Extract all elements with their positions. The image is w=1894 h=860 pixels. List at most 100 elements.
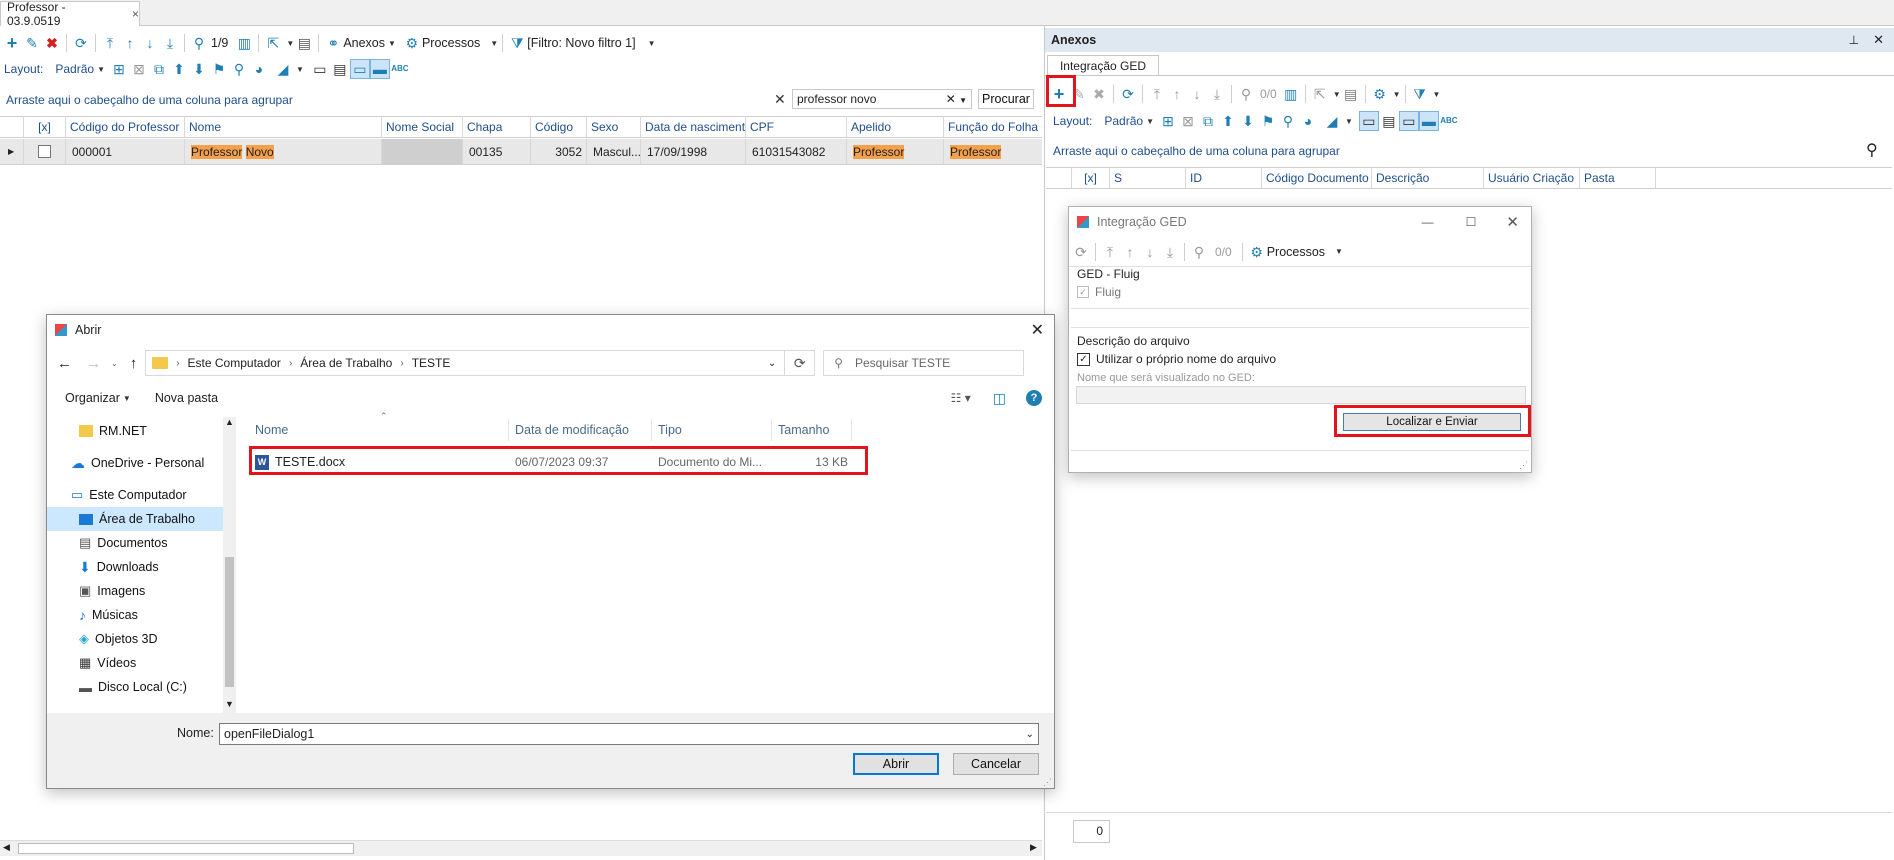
col-header[interactable]: [x]	[1072, 167, 1110, 189]
last-icon[interactable]: ⤓	[1160, 242, 1180, 262]
col-header[interactable]: Função do Folha de	[944, 116, 1042, 138]
sidebar-item-objetos-3d[interactable]: ◈ Objetos 3D	[47, 627, 236, 651]
panel-icon[interactable]: ▭	[1358, 111, 1379, 131]
col-tipo[interactable]: Tipo	[652, 419, 772, 441]
col-header[interactable]: Nome Social	[382, 116, 463, 138]
col-header[interactable]: Sexo	[587, 116, 641, 138]
ged-name-input[interactable]	[1076, 386, 1526, 404]
breadcrumb-item[interactable]: TESTE	[412, 356, 451, 370]
next-icon[interactable]: ↓	[1187, 84, 1207, 104]
delete-icon[interactable]: ✖	[42, 33, 62, 53]
pin-icon[interactable]: ⚲	[229, 59, 249, 79]
col-header[interactable]: Pasta	[1580, 167, 1656, 189]
view-icon[interactable]: ☷ ▾	[951, 391, 971, 405]
help-icon[interactable]: ?	[1026, 390, 1042, 406]
breadcrumb-item[interactable]: Área de Trabalho	[300, 356, 392, 370]
table-row[interactable]: ▶ 000001 Professor Novo 00135 3052 Mascu…	[0, 138, 1042, 165]
sidebar-item-onedrive[interactable]: ☁ OneDrive - Personal	[47, 451, 236, 475]
scroll-up-icon[interactable]: ▲	[225, 417, 234, 427]
chevron-down-icon[interactable]: ⌄	[1026, 729, 1034, 740]
nova-pasta-button[interactable]: Nova pasta	[155, 391, 218, 405]
add-icon[interactable]: +	[2, 33, 22, 53]
close-icon[interactable]: ✕	[1873, 32, 1884, 48]
search-input[interactable]: professor novo ✕ ▼	[792, 89, 972, 109]
sidebar-item-musicas[interactable]: ♪ Músicas	[47, 603, 236, 627]
refresh-icon[interactable]: ⟳	[71, 33, 91, 53]
chevron-down-icon[interactable]: ▼	[490, 39, 498, 48]
col-header[interactable]: Data de nascimento	[641, 116, 746, 138]
forward-icon[interactable]: →	[86, 355, 101, 372]
close-icon[interactable]: ✕	[1506, 213, 1519, 231]
scroll-right-icon[interactable]: ▶	[1030, 842, 1037, 853]
sidebar-item-documentos[interactable]: ▤ Documentos	[47, 531, 236, 555]
search-box[interactable]: ⚲ Pesquisar TESTE	[823, 350, 1025, 376]
up-icon[interactable]: ↑	[130, 355, 138, 372]
chevron-down-icon[interactable]: ▼	[296, 65, 304, 74]
col-header[interactable]: Chapa	[463, 116, 531, 138]
sidebar-item-rmnet[interactable]: RM.NET	[47, 419, 236, 443]
first-icon[interactable]: ⤒	[100, 33, 120, 53]
panel-icon[interactable]: ▤	[330, 59, 350, 79]
chart-icon[interactable]: ◢	[1322, 111, 1342, 131]
filter-icon[interactable]: ⧩	[1410, 84, 1430, 104]
pin-icon[interactable]: ⊥	[1849, 33, 1859, 47]
panel-icon[interactable]: ▤	[1379, 111, 1399, 131]
layout-select[interactable]: Padrão	[55, 62, 94, 76]
search-icon[interactable]: ⚲	[189, 33, 209, 53]
edit-icon[interactable]: ✎	[22, 33, 42, 53]
abc-icon[interactable]: ABC	[390, 59, 410, 79]
delete-icon[interactable]: ✖	[1089, 84, 1109, 104]
col-header[interactable]: Código Documento	[1262, 167, 1372, 189]
prev-icon[interactable]: ↑	[1120, 242, 1140, 262]
layout-tool-icon[interactable]: ⧉	[1198, 111, 1218, 131]
next-icon[interactable]: ↓	[140, 33, 160, 53]
chevron-down-icon[interactable]: ▼	[1393, 90, 1401, 99]
anexos-button[interactable]: Anexos	[343, 36, 385, 50]
first-icon[interactable]: ⤒	[1147, 84, 1167, 104]
sidebar-scrollbar[interactable]: ▲ ▼	[223, 417, 236, 713]
close-icon[interactable]: ×	[132, 7, 139, 21]
chevron-down-icon[interactable]: ⌄	[768, 358, 776, 369]
chevron-down-icon[interactable]: ▼	[1345, 117, 1353, 126]
export-icon[interactable]: ⇱	[1310, 84, 1330, 104]
shapes-icon[interactable]: ◕	[1298, 111, 1318, 131]
maximize-icon[interactable]: ☐	[1466, 215, 1477, 229]
shapes-icon[interactable]: ◕	[249, 59, 269, 79]
pin-icon[interactable]: ⚲	[1278, 111, 1298, 131]
refresh-icon[interactable]: ⟳	[1071, 242, 1091, 262]
layout-tool-icon[interactable]: ⬇	[189, 59, 209, 79]
chevron-down-icon[interactable]: ▼	[1335, 247, 1343, 256]
preview-pane-icon[interactable]: ◫	[993, 390, 1006, 407]
col-header[interactable]: Descrição	[1372, 167, 1484, 189]
resize-grip-icon[interactable]: ⋰	[1043, 777, 1052, 788]
clear-search-icon[interactable]: ✕	[774, 91, 786, 108]
chevron-down-icon[interactable]: ▼	[286, 39, 294, 48]
col-header[interactable]: Apelido	[847, 116, 944, 138]
prev-icon[interactable]: ↑	[1167, 84, 1187, 104]
panel-icon[interactable]: ▬	[1418, 111, 1439, 131]
panel-icon[interactable]: ▬	[369, 59, 390, 79]
prev-icon[interactable]: ↑	[120, 33, 140, 53]
col-tamanho[interactable]: Tamanho	[772, 419, 852, 441]
layout-tool-icon[interactable]: ⊠	[129, 59, 149, 79]
col-header[interactable]: Nome	[185, 116, 382, 138]
col-header[interactable]: S	[1110, 167, 1186, 189]
layout-tool-icon[interactable]: ⊞	[109, 59, 129, 79]
processos-button[interactable]: Processos	[1267, 245, 1325, 259]
col-header[interactable]: Usuário Criação	[1484, 167, 1580, 189]
abc-icon[interactable]: ABC	[1439, 111, 1459, 131]
layout-tool-icon[interactable]: ⬆	[1218, 111, 1238, 131]
chevron-down-icon[interactable]: ▼	[1146, 117, 1154, 126]
cancelar-button[interactable]: Cancelar	[953, 753, 1039, 775]
chevron-down-icon[interactable]: ▼	[1333, 90, 1341, 99]
layout-tool-icon[interactable]: ⬇	[1238, 111, 1258, 131]
paperclip-icon[interactable]: ⚭	[323, 33, 343, 53]
sidebar-item-downloads[interactable]: ⬇ Downloads	[47, 555, 236, 579]
anexos-tab[interactable]: Integração GED	[1047, 55, 1159, 76]
clear-icon[interactable]: ✕ ▼	[946, 92, 967, 106]
procurar-button[interactable]: Procurar	[978, 89, 1034, 109]
sidebar-item-area-de-trabalho[interactable]: Área de Trabalho	[47, 507, 234, 531]
sidebar-item-imagens[interactable]: ▣ Imagens	[47, 579, 236, 603]
fluig-checkbox[interactable]: ✓ Fluig	[1077, 285, 1121, 299]
horizontal-scrollbar[interactable]: ◀ ▶	[0, 840, 1042, 856]
